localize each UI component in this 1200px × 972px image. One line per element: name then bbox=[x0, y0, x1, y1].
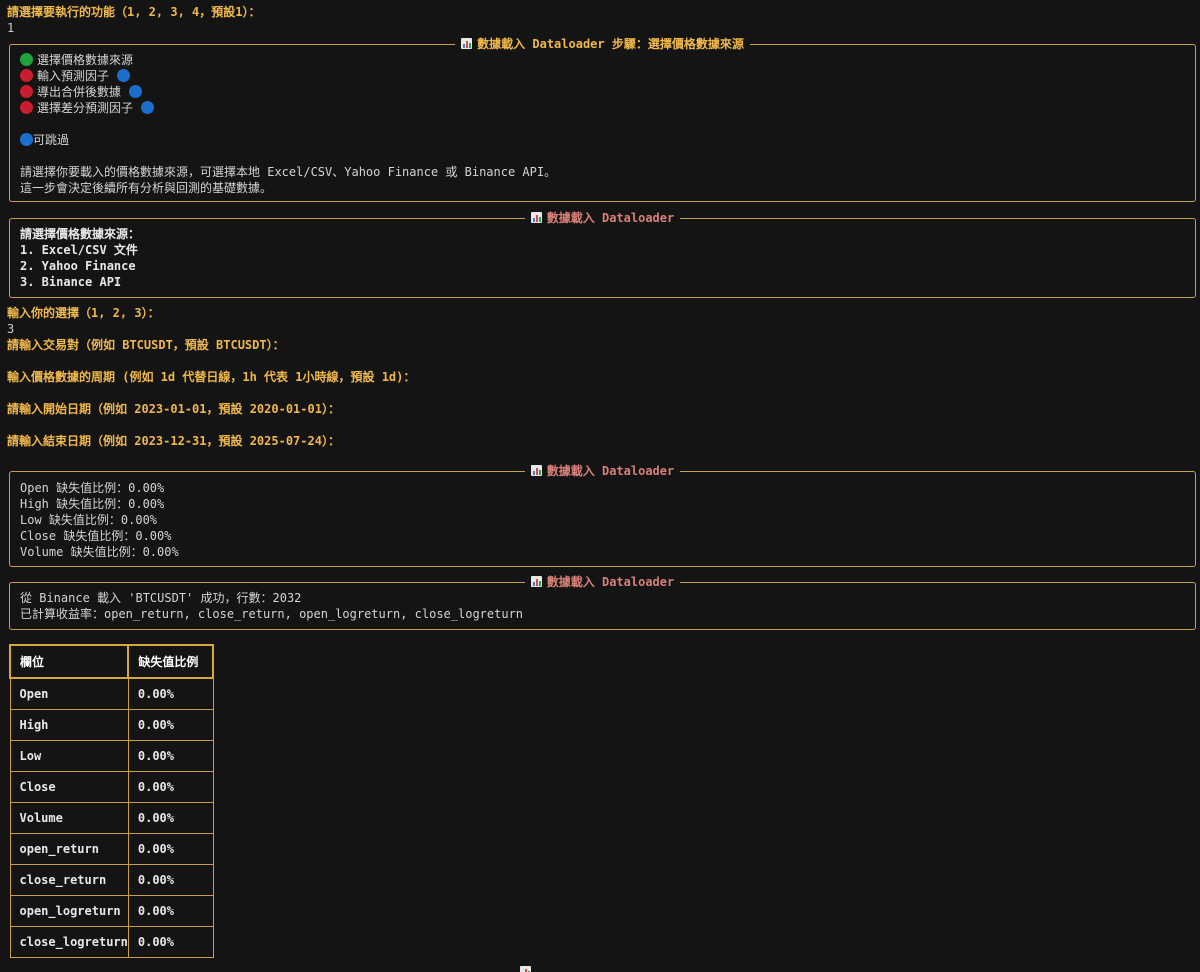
step-item-3: 導出合併後數據 bbox=[20, 84, 143, 100]
skippable-blue-icon bbox=[129, 85, 143, 98]
missing-line-low: Low 缺失值比例：0.00% bbox=[20, 513, 158, 527]
load-result-panel: 數據載入 Dataloader 從 Binance 載入 'BTCUSDT' 成… bbox=[9, 575, 1196, 630]
cell-field: High bbox=[9, 709, 129, 741]
missing-panel-title: 數據載入 Dataloader bbox=[10, 463, 1195, 479]
bar-chart-icon bbox=[530, 465, 542, 476]
status-green-icon bbox=[20, 53, 33, 66]
cell-value: 0.00% bbox=[127, 677, 214, 710]
step-description-1: 請選擇你要載入的價格數據來源，可選擇本地 Excel/CSV、Yahoo Fin… bbox=[20, 165, 557, 179]
skippable-blue-icon bbox=[20, 133, 33, 146]
cell-value: 0.00% bbox=[127, 802, 214, 834]
symbol-prompt: 請輸入交易對（例如 BTCUSDT，預設 BTCUSDT）： bbox=[7, 338, 285, 352]
source-heading: 請選擇價格數據來源： bbox=[20, 227, 141, 241]
bar-chart-icon bbox=[461, 38, 473, 49]
cell-value: 0.00% bbox=[127, 926, 214, 958]
cell-value: 0.00% bbox=[127, 740, 214, 772]
bar-chart-icon bbox=[520, 966, 531, 972]
function-choice-prompt: 請選擇要執行的功能（1, 2, 3, 4，預設1）： bbox=[7, 5, 261, 19]
step-item-2: 輸入預測因子 bbox=[20, 68, 131, 84]
source-choice-prompt: 輸入你的選擇（1, 2, 3）： bbox=[7, 306, 160, 320]
cell-field: close_return bbox=[9, 864, 129, 896]
load-success-line: 從 Binance 載入 'BTCUSDT' 成功，行數：2032 bbox=[20, 591, 302, 605]
table-row: close_return 0.00% bbox=[9, 864, 214, 896]
missing-values-table: 欄位 缺失值比例 Open 0.00% High 0.00% Low 0.00% Cl… bbox=[8, 644, 215, 958]
column-header-field: 欄位 bbox=[8, 644, 130, 679]
cell-field: Low bbox=[9, 740, 129, 772]
step-panel: 數據載入 Dataloader 步驟：選擇價格數據來源 選擇價格數據來源 輸入預… bbox=[9, 37, 1196, 202]
missing-line-open: Open 缺失值比例：0.00% bbox=[20, 481, 165, 495]
cell-field: Open bbox=[9, 677, 129, 710]
status-red-icon bbox=[20, 69, 33, 82]
skippable-blue-icon bbox=[117, 69, 131, 82]
start-date-prompt: 請輸入開始日期（例如 2023-01-01，預設 2020-01-01）： bbox=[7, 402, 340, 416]
cell-value: 0.00% bbox=[127, 864, 214, 896]
missing-line-close: Close 缺失值比例：0.00% bbox=[20, 529, 172, 543]
cell-field: close_logreturn bbox=[9, 926, 129, 958]
cell-value: 0.00% bbox=[127, 895, 214, 927]
cell-field: Close bbox=[9, 771, 129, 803]
end-date-prompt: 請輸入結束日期（例如 2023-12-31，預設 2025-07-24）： bbox=[7, 434, 340, 448]
status-red-icon bbox=[20, 85, 33, 98]
status-red-icon bbox=[20, 101, 33, 114]
missing-line-volume: Volume 缺失值比例：0.00% bbox=[20, 545, 179, 559]
source-choice-input[interactable]: 3 bbox=[7, 321, 14, 337]
returns-computed-line: 已計算收益率：open_return, close_return, open_l… bbox=[20, 607, 524, 621]
load-panel-title: 數據載入 Dataloader bbox=[10, 574, 1195, 590]
table-row: Volume 0.00% bbox=[9, 802, 214, 834]
cell-field: open_return bbox=[9, 833, 129, 865]
table-row: Close 0.00% bbox=[9, 771, 214, 803]
step-item-1: 選擇價格數據來源 bbox=[20, 52, 133, 68]
cell-field: open_logreturn bbox=[9, 895, 129, 927]
table-row: High 0.00% bbox=[9, 709, 214, 741]
table-row: Open 0.00% bbox=[9, 677, 214, 710]
interval-prompt: 輸入價格數據的周期 (例如 1d 代替日線，1h 代表 1小時線，預設 1d)： bbox=[7, 370, 416, 384]
skip-legend: 可跳過 bbox=[20, 132, 69, 148]
function-choice-input[interactable]: 1 bbox=[7, 20, 14, 36]
step-description-2: 這一步會決定後續所有分析與回測的基礎數據。 bbox=[20, 181, 273, 195]
missing-values-panel: 數據載入 Dataloader Open 缺失值比例：0.00% High 缺失… bbox=[9, 464, 1196, 567]
table-row: open_logreturn 0.00% bbox=[9, 895, 214, 927]
table-header-row: 欄位 缺失值比例 bbox=[8, 644, 215, 679]
column-header-missing-ratio: 缺失值比例 bbox=[127, 644, 215, 679]
table-row: close_logreturn 0.00% bbox=[9, 926, 214, 958]
cell-value: 0.00% bbox=[127, 771, 214, 803]
source-option-excel: 1. Excel/CSV 文件 bbox=[20, 243, 138, 257]
table-row: Low 0.00% bbox=[9, 740, 214, 772]
skippable-blue-icon bbox=[141, 101, 155, 114]
bar-chart-icon bbox=[530, 576, 542, 587]
next-panel-title-fragment bbox=[520, 964, 680, 972]
step-item-4: 選擇差分預測因子 bbox=[20, 100, 155, 116]
source-panel: 數據載入 Dataloader 請選擇價格數據來源： 1. Excel/CSV … bbox=[9, 211, 1196, 298]
source-option-yahoo: 2. Yahoo Finance bbox=[20, 259, 136, 273]
step-panel-title: 數據載入 Dataloader 步驟：選擇價格數據來源 bbox=[10, 36, 1195, 52]
cell-value: 0.00% bbox=[127, 709, 214, 741]
bar-chart-icon bbox=[530, 212, 542, 223]
cell-field: Volume bbox=[9, 802, 129, 834]
table-row: open_return 0.00% bbox=[9, 833, 214, 865]
source-option-binance: 3. Binance API bbox=[20, 275, 122, 289]
missing-line-high: High 缺失值比例：0.00% bbox=[20, 497, 165, 511]
cell-value: 0.00% bbox=[127, 833, 214, 865]
source-panel-title: 數據載入 Dataloader bbox=[10, 210, 1195, 226]
